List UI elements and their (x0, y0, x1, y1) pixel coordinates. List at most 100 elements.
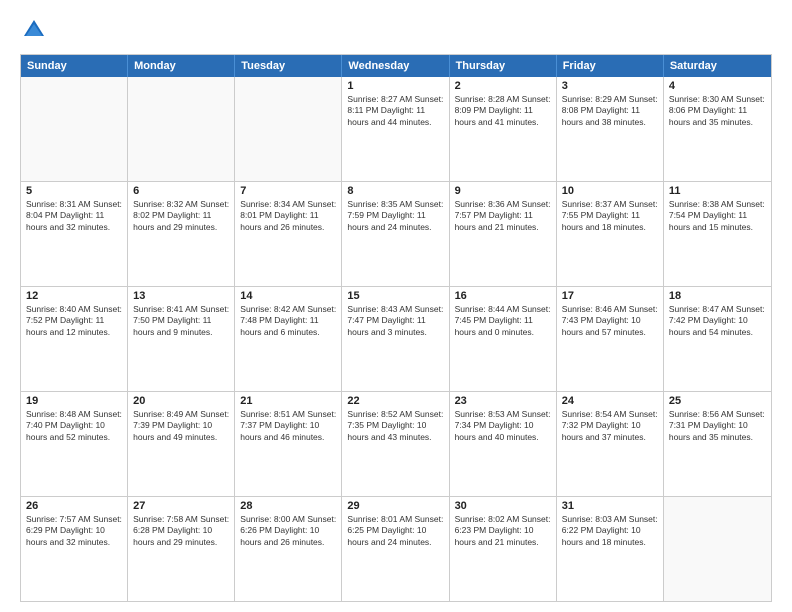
header-day-wednesday: Wednesday (342, 55, 449, 77)
cell-content: Sunrise: 8:54 AM Sunset: 7:32 PM Dayligh… (562, 409, 658, 443)
day-number: 8 (347, 185, 443, 197)
cell-content: Sunrise: 8:35 AM Sunset: 7:59 PM Dayligh… (347, 199, 443, 233)
cell-content: Sunrise: 8:29 AM Sunset: 8:08 PM Dayligh… (562, 94, 658, 128)
cell-content: Sunrise: 8:02 AM Sunset: 6:23 PM Dayligh… (455, 514, 551, 548)
cal-cell: 13 Sunrise: 8:41 AM Sunset: 7:50 PM Dayli… (128, 287, 235, 391)
day-number: 13 (133, 290, 229, 302)
day-number: 21 (240, 395, 336, 407)
cal-cell: 29 Sunrise: 8:01 AM Sunset: 6:25 PM Dayli… (342, 497, 449, 601)
header-day-saturday: Saturday (664, 55, 771, 77)
header-day-friday: Friday (557, 55, 664, 77)
calendar: SundayMondayTuesdayWednesdayThursdayFrid… (20, 54, 772, 602)
cell-content: Sunrise: 8:52 AM Sunset: 7:35 PM Dayligh… (347, 409, 443, 443)
week-row-1: 1Sunrise: 8:27 AM Sunset: 8:11 PM Daylig… (21, 77, 771, 181)
cell-content: Sunrise: 8:41 AM Sunset: 7:50 PM Dayligh… (133, 304, 229, 338)
cal-cell: 15Sunrise: 8:43 AM Sunset: 7:47 PM Dayli… (342, 287, 449, 391)
cell-content: Sunrise: 8:03 AM Sunset: 6:22 PM Dayligh… (562, 514, 658, 548)
day-number: 3 (562, 80, 658, 92)
week-row-5: 26 Sunrise: 7:57 AM Sunset: 6:29 PM Dayli… (21, 496, 771, 601)
cell-content: Sunrise: 8:01 AM Sunset: 6:25 PM Dayligh… (347, 514, 443, 548)
cell-content: Sunrise: 8:31 AM Sunset: 8:04 PM Dayligh… (26, 199, 122, 233)
cell-content: Sunrise: 8:37 AM Sunset: 7:55 PM Dayligh… (562, 199, 658, 233)
cal-cell (664, 497, 771, 601)
cal-cell: 19 Sunrise: 8:48 AM Sunset: 7:40 PM Dayli… (21, 392, 128, 496)
day-number: 30 (455, 500, 551, 512)
cell-content: Sunrise: 8:00 AM Sunset: 6:26 PM Dayligh… (240, 514, 336, 548)
cal-cell: 26 Sunrise: 7:57 AM Sunset: 6:29 PM Dayli… (21, 497, 128, 601)
cell-content: Sunrise: 8:27 AM Sunset: 8:11 PM Dayligh… (347, 94, 443, 128)
cell-content: Sunrise: 8:34 AM Sunset: 8:01 PM Dayligh… (240, 199, 336, 233)
cal-cell: 17 Sunrise: 8:46 AM Sunset: 7:43 PM Dayli… (557, 287, 664, 391)
cell-content: Sunrise: 8:49 AM Sunset: 7:39 PM Dayligh… (133, 409, 229, 443)
day-number: 26 (26, 500, 122, 512)
day-number: 5 (26, 185, 122, 197)
cell-content: Sunrise: 8:28 AM Sunset: 8:09 PM Dayligh… (455, 94, 551, 128)
cell-content: Sunrise: 8:30 AM Sunset: 8:06 PM Dayligh… (669, 94, 766, 128)
cal-cell: 22 Sunrise: 8:52 AM Sunset: 7:35 PM Dayli… (342, 392, 449, 496)
week-row-3: 12Sunrise: 8:40 AM Sunset: 7:52 PM Dayli… (21, 286, 771, 391)
cal-cell: 7Sunrise: 8:34 AM Sunset: 8:01 PM Daylig… (235, 182, 342, 286)
day-number: 24 (562, 395, 658, 407)
cal-cell: 1Sunrise: 8:27 AM Sunset: 8:11 PM Daylig… (342, 77, 449, 181)
cal-cell: 6 Sunrise: 8:32 AM Sunset: 8:02 PM Daylig… (128, 182, 235, 286)
cell-content: Sunrise: 8:43 AM Sunset: 7:47 PM Dayligh… (347, 304, 443, 338)
day-number: 23 (455, 395, 551, 407)
cal-cell: 30 Sunrise: 8:02 AM Sunset: 6:23 PM Dayli… (450, 497, 557, 601)
cal-cell: 27 Sunrise: 7:58 AM Sunset: 6:28 PM Dayli… (128, 497, 235, 601)
cal-cell: 2 Sunrise: 8:28 AM Sunset: 8:09 PM Daylig… (450, 77, 557, 181)
cal-cell: 24 Sunrise: 8:54 AM Sunset: 7:32 PM Dayli… (557, 392, 664, 496)
cell-content: Sunrise: 7:58 AM Sunset: 6:28 PM Dayligh… (133, 514, 229, 548)
week-row-2: 5 Sunrise: 8:31 AM Sunset: 8:04 PM Daylig… (21, 181, 771, 286)
cal-cell: 23Sunrise: 8:53 AM Sunset: 7:34 PM Dayli… (450, 392, 557, 496)
cal-cell: 11Sunrise: 8:38 AM Sunset: 7:54 PM Dayli… (664, 182, 771, 286)
cal-cell: 9Sunrise: 8:36 AM Sunset: 7:57 PM Daylig… (450, 182, 557, 286)
day-number: 17 (562, 290, 658, 302)
day-number: 22 (347, 395, 443, 407)
cell-content: Sunrise: 8:47 AM Sunset: 7:42 PM Dayligh… (669, 304, 766, 338)
cal-cell: 10 Sunrise: 8:37 AM Sunset: 7:55 PM Dayli… (557, 182, 664, 286)
header-day-tuesday: Tuesday (235, 55, 342, 77)
cal-cell (235, 77, 342, 181)
cal-cell: 14 Sunrise: 8:42 AM Sunset: 7:48 PM Dayli… (235, 287, 342, 391)
day-number: 14 (240, 290, 336, 302)
cell-content: Sunrise: 8:44 AM Sunset: 7:45 PM Dayligh… (455, 304, 551, 338)
cell-content: Sunrise: 8:56 AM Sunset: 7:31 PM Dayligh… (669, 409, 766, 443)
cal-cell: 8 Sunrise: 8:35 AM Sunset: 7:59 PM Daylig… (342, 182, 449, 286)
cal-cell: 31Sunrise: 8:03 AM Sunset: 6:22 PM Dayli… (557, 497, 664, 601)
day-number: 16 (455, 290, 551, 302)
cell-content: Sunrise: 8:46 AM Sunset: 7:43 PM Dayligh… (562, 304, 658, 338)
calendar-body: 1Sunrise: 8:27 AM Sunset: 8:11 PM Daylig… (21, 77, 771, 601)
cell-content: Sunrise: 8:36 AM Sunset: 7:57 PM Dayligh… (455, 199, 551, 233)
day-number: 6 (133, 185, 229, 197)
day-number: 10 (562, 185, 658, 197)
cell-content: Sunrise: 8:48 AM Sunset: 7:40 PM Dayligh… (26, 409, 122, 443)
day-number: 20 (133, 395, 229, 407)
cal-cell: 16 Sunrise: 8:44 AM Sunset: 7:45 PM Dayli… (450, 287, 557, 391)
cell-content: Sunrise: 8:51 AM Sunset: 7:37 PM Dayligh… (240, 409, 336, 443)
cell-content: Sunrise: 8:42 AM Sunset: 7:48 PM Dayligh… (240, 304, 336, 338)
day-number: 19 (26, 395, 122, 407)
cal-cell (21, 77, 128, 181)
logo (20, 16, 52, 44)
page: SundayMondayTuesdayWednesdayThursdayFrid… (0, 0, 792, 612)
header-day-sunday: Sunday (21, 55, 128, 77)
cell-content: Sunrise: 8:38 AM Sunset: 7:54 PM Dayligh… (669, 199, 766, 233)
cal-cell: 21 Sunrise: 8:51 AM Sunset: 7:37 PM Dayli… (235, 392, 342, 496)
day-number: 4 (669, 80, 766, 92)
day-number: 28 (240, 500, 336, 512)
cell-content: Sunrise: 8:40 AM Sunset: 7:52 PM Dayligh… (26, 304, 122, 338)
cal-cell: 4 Sunrise: 8:30 AM Sunset: 8:06 PM Daylig… (664, 77, 771, 181)
day-number: 29 (347, 500, 443, 512)
day-number: 27 (133, 500, 229, 512)
cell-content: Sunrise: 8:32 AM Sunset: 8:02 PM Dayligh… (133, 199, 229, 233)
day-number: 18 (669, 290, 766, 302)
cal-cell: 28 Sunrise: 8:00 AM Sunset: 6:26 PM Dayli… (235, 497, 342, 601)
logo-icon (20, 16, 48, 44)
day-number: 25 (669, 395, 766, 407)
day-number: 2 (455, 80, 551, 92)
cell-content: Sunrise: 7:57 AM Sunset: 6:29 PM Dayligh… (26, 514, 122, 548)
cal-cell: 18 Sunrise: 8:47 AM Sunset: 7:42 PM Dayli… (664, 287, 771, 391)
header-day-thursday: Thursday (450, 55, 557, 77)
cal-cell: 20 Sunrise: 8:49 AM Sunset: 7:39 PM Dayli… (128, 392, 235, 496)
cal-cell: 3 Sunrise: 8:29 AM Sunset: 8:08 PM Daylig… (557, 77, 664, 181)
